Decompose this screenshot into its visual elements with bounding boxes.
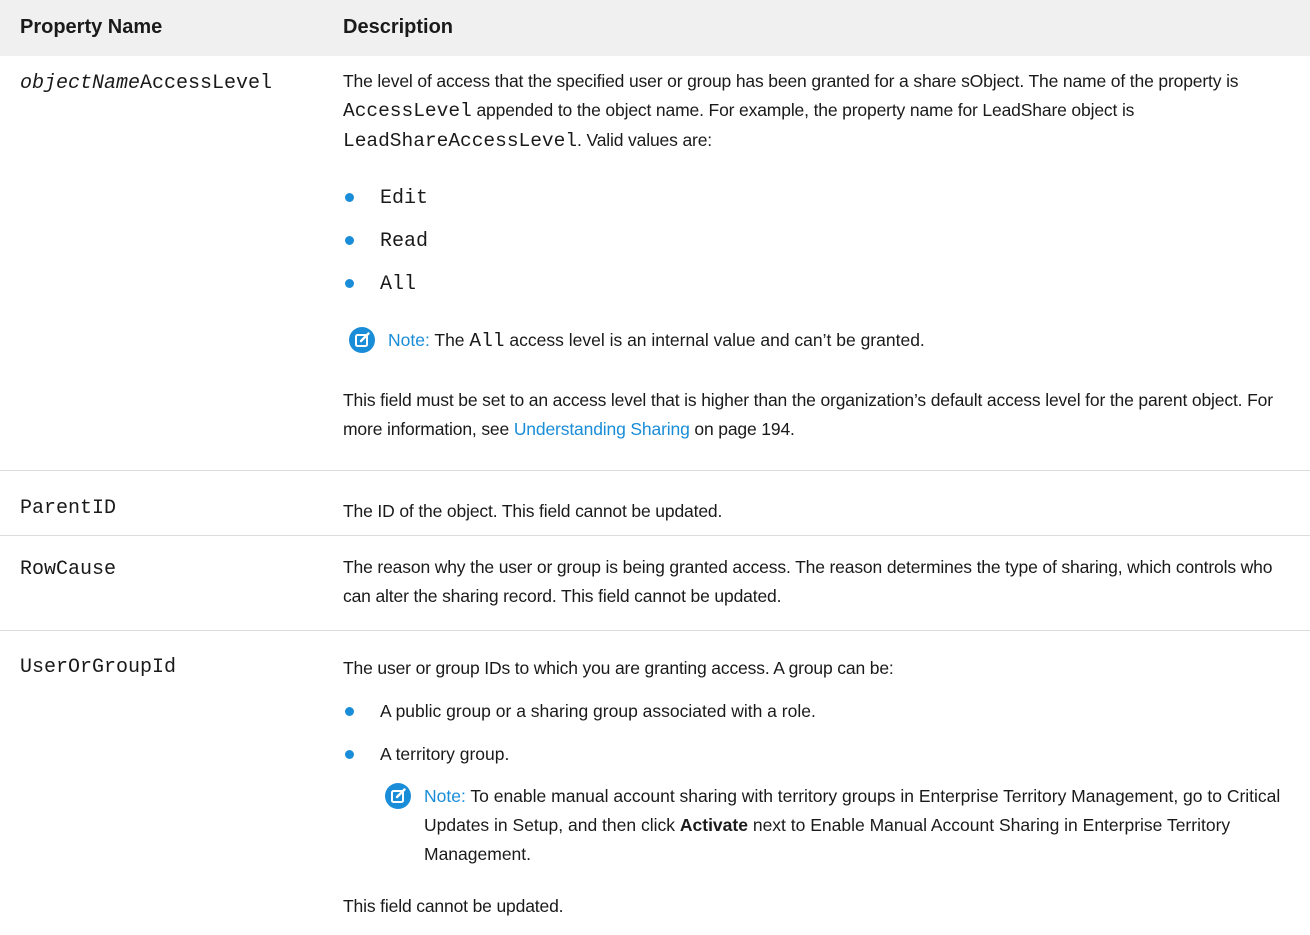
list-item: A territory group. [343,740,816,783]
list-item: A public group or a sharing group associ… [343,697,816,740]
note-text: Note: The All access level is an interna… [388,326,925,356]
row-divider [0,470,1310,471]
valid-values-list: Edit Read All [343,183,428,312]
description-row-cause: The reason why the user or group is bein… [343,553,1303,611]
row-divider [0,535,1310,536]
text: appended to the object name. For example… [476,100,1135,120]
text: This field must be set to an access leve… [343,390,1273,439]
property-user-or-group-id: UserOrGroupId [20,656,177,679]
description-paragraph: The reason why the user or group is bein… [343,557,1273,606]
text: access level is an internal value and ca… [509,330,925,350]
property-parent-id: ParentID [20,497,117,520]
value-edit: Edit [380,187,429,210]
header-property-name: Property Name [20,16,163,38]
text: The [434,330,465,350]
note-internal-value: Note: The All access level is an interna… [349,326,1299,356]
property-access-level: objectNameAccessLevel [20,72,272,95]
note-territory-sharing: Note: To enable manual account sharing w… [385,782,1290,877]
note-label: Note: [424,786,466,806]
understanding-sharing-link[interactable]: Understanding Sharing [514,419,690,439]
bullet-dot [345,236,354,245]
code-lead-share-access-level: LeadShareAccessLevel [343,130,578,152]
group-types-list: A public group or a sharing group associ… [343,697,816,783]
code-all: All [469,330,505,352]
list-item: All [343,269,428,312]
code-access-level: AccessLevel [343,100,472,122]
edit-note-icon [385,783,411,809]
description-user-or-group-id-footer: This field cannot be updated. [343,892,1303,921]
header-description: Description [343,16,454,38]
property-table: Property Name Description objectNameAcce… [0,0,1310,935]
description-access-level: The level of access that the specified u… [343,67,1303,156]
property-italic-part: objectName [20,72,141,95]
list-item: Read [343,226,428,269]
description-paragraph: The user or group IDs to which you are g… [343,658,894,678]
bullet-dot [345,193,354,202]
value-read: Read [380,230,429,253]
note-label: Note: [388,330,430,350]
item-text: A public group or a sharing group associ… [380,701,816,721]
list-item: Edit [343,183,428,226]
description-paragraph: The level of access that the specified u… [343,67,1303,156]
property-row-cause: RowCause [20,558,117,581]
property-suffix: AccessLevel [140,72,273,95]
item-text: A territory group. [380,744,510,764]
note-text: Note: To enable manual account sharing w… [424,782,1290,869]
description-paragraph: The ID of the object. This field cannot … [343,501,723,521]
edit-note-icon [349,327,375,353]
text: on page 194. [694,419,795,439]
bullet-dot [345,279,354,288]
value-all: All [380,273,417,296]
bullet-dot [345,707,354,716]
description-access-level-footer: This field must be set to an access leve… [343,386,1303,444]
text: . Valid values are: [577,130,713,150]
text: The level of access that the specified u… [343,71,1239,91]
description-paragraph: This field must be set to an access leve… [343,386,1303,444]
description-parent-id: The ID of the object. This field cannot … [343,497,1303,526]
row-divider [0,630,1310,631]
activate-text: Activate [679,815,748,835]
table-header: Property Name Description [0,0,1310,56]
bullet-dot [345,750,354,759]
description-user-or-group-id: The user or group IDs to which you are g… [343,654,1303,683]
description-paragraph: This field cannot be updated. [343,896,564,916]
